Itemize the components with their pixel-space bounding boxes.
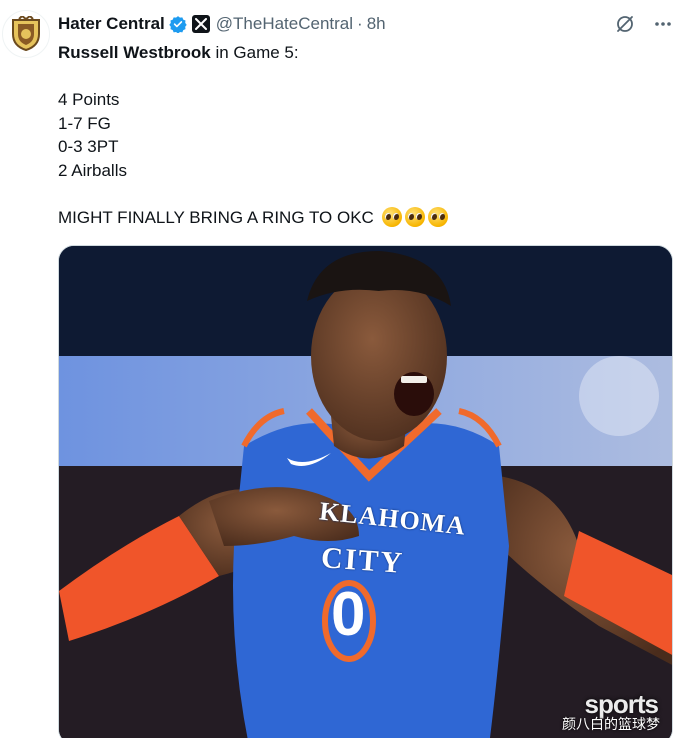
player-name: Russell Westbrook: [58, 43, 211, 62]
more-options-icon[interactable]: [653, 14, 673, 34]
pleading-face-emoji-icon: [427, 207, 448, 228]
header-separator: ·: [357, 14, 363, 33]
grok-icon[interactable]: [615, 14, 635, 34]
jersey-text-line2: CITY: [319, 541, 406, 580]
tweet-text: Russell Westbrook in Game 5: 4 Points 1-…: [58, 41, 668, 230]
closing-line: MIGHT FINALLY BRING A RING TO OKC: [58, 206, 668, 230]
verified-badge-icon: [169, 15, 187, 33]
pleading-face-emoji-icon: [404, 207, 425, 228]
author-handle[interactable]: @TheHateCentral: [216, 14, 353, 34]
hater-central-logo-icon: [12, 16, 40, 52]
stat-line-3pt: 0-3 3PT: [58, 137, 119, 157]
stat-line-points: 4 Points: [58, 90, 120, 110]
tweet-header: Hater Central @TheHateCentral · 8h: [58, 12, 673, 36]
stat-line-fg: 1-7 FG: [58, 113, 111, 133]
affiliate-badge-icon: [191, 15, 210, 33]
author-avatar[interactable]: [2, 10, 50, 58]
tweet-timestamp[interactable]: 8h: [367, 14, 386, 34]
pleading-face-emoji-icon: [381, 207, 402, 228]
jersey-number: 0: [331, 580, 366, 649]
closing-text: MIGHT FINALLY BRING A RING TO OKC: [58, 208, 374, 228]
intro-rest: in Game 5:: [210, 43, 299, 62]
stat-line-airballs: 2 Airballs: [58, 160, 127, 180]
player-photo: [59, 246, 672, 738]
author-name[interactable]: Hater Central: [58, 14, 165, 34]
tweet-media-photo[interactable]: KLAHOMA CITY 0 sports 颜八白的篮球梦: [58, 245, 673, 738]
watermark-text: 颜八白的篮球梦: [562, 716, 660, 732]
header-actions: [615, 14, 673, 34]
tweet-intro-line: Russell Westbrook in Game 5:: [58, 41, 668, 65]
